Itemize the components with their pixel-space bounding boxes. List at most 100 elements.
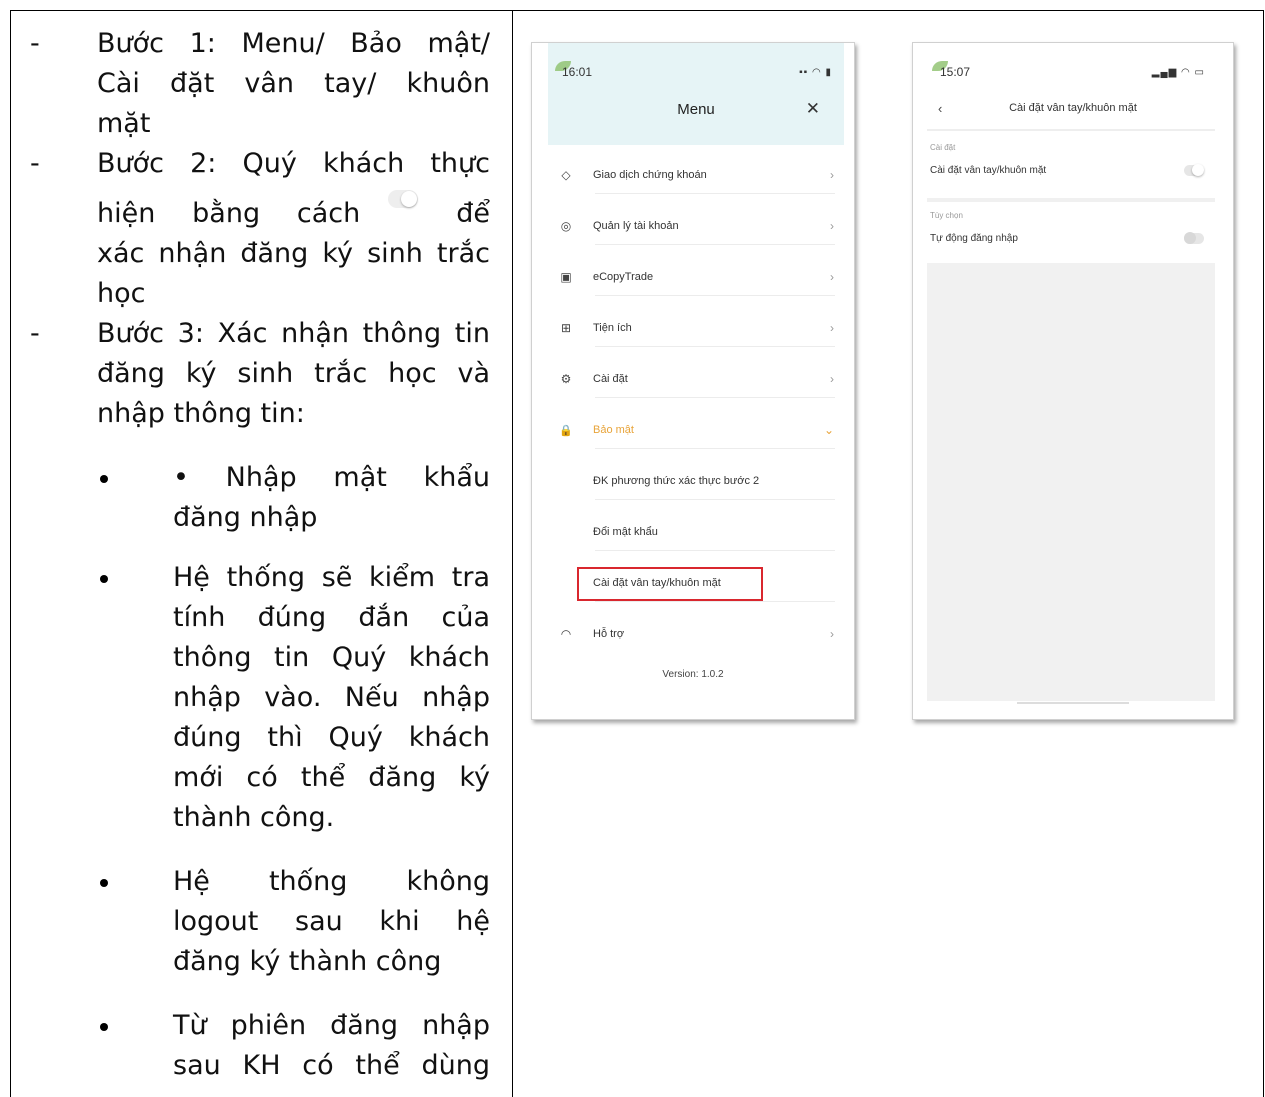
step-1: - Bước 1: Menu/ Bảo mật/ Cài đặt vân tay… <box>30 24 490 144</box>
step-1-line-2: Cài đặt vân tay/ khuôn <box>97 68 490 99</box>
highlight-box <box>577 567 763 601</box>
bullet-2-line-6: mới có thể đăng ký <box>173 762 490 793</box>
step-2: - Bước 2: Quý khách thực hiện bằng cách đ… <box>30 144 490 314</box>
step-dash: - <box>30 318 40 349</box>
step-3-line-1: Bước 3: Xác nhận thông tin <box>97 318 490 349</box>
divider <box>595 499 835 500</box>
bullet-dot-icon <box>100 879 108 887</box>
section-label-settings: Cài đặt <box>930 143 956 152</box>
step-dash: - <box>30 148 40 179</box>
toggle-switch[interactable] <box>1184 164 1204 176</box>
step-2-text-pre: hiện bằng cách <box>97 198 361 229</box>
chevron-right-icon: › <box>830 321 834 335</box>
bullet-2-line-4: nhập vào. Nếu nhập <box>173 682 490 713</box>
row-label: Tự động đăng nhập <box>930 233 1018 244</box>
section-label-options: Tùy chọn <box>930 211 963 220</box>
row-label: Cài đặt vân tay/khuôn mặt <box>930 165 1047 176</box>
table-border-top <box>10 10 1264 11</box>
bullet-2-line-1: Hệ thống sẽ kiểm tra <box>173 562 490 593</box>
menu-item-utilities[interactable]: ⊞ Tiện ích › <box>556 313 836 343</box>
menu-item-ecopytrade[interactable]: ▣ eCopyTrade › <box>556 262 836 292</box>
bullet-dot-icon <box>100 475 108 483</box>
table-border-left <box>10 10 11 1097</box>
menu-item-account-management[interactable]: ◎ Quản lý tài khoản › <box>556 211 836 241</box>
menu-item-label: Hỗ trợ <box>593 628 625 640</box>
app-version: Version: 1.0.2 <box>662 669 724 680</box>
divider <box>595 601 835 602</box>
menu-item-label: Quản lý tài khoản <box>593 220 679 232</box>
bullet-dot-icon <box>100 575 108 583</box>
bullet-2-line-3: thông tin Quý khách <box>173 642 490 673</box>
divider <box>595 550 835 551</box>
divider <box>927 198 1215 202</box>
divider <box>595 346 835 347</box>
toggle-switch-icon <box>388 190 419 208</box>
menu-screenshot: 16:01 ▪▪ ◠ ▮ Menu ✕ ◇ Giao dịch chứng kh… <box>531 42 855 720</box>
biometric-toggle-row[interactable]: Cài đặt vân tay/khuôn mặt <box>930 164 1204 176</box>
empty-content-area <box>927 263 1215 701</box>
menu-item-label: Giao dịch chứng khoán <box>593 169 707 181</box>
bullet-3-line-3: đăng ký thành công <box>173 946 442 977</box>
table-border-middle <box>512 10 513 1097</box>
step-1-line-3: mặt <box>97 108 151 139</box>
bullet-1-line-2: đăng nhập <box>173 502 318 533</box>
home-indicator <box>1017 702 1129 704</box>
toggle-switch[interactable] <box>1184 232 1204 244</box>
chevron-right-icon: › <box>830 627 834 641</box>
table-border-right <box>1263 10 1264 1097</box>
gear-icon: ⚙ <box>560 372 572 386</box>
sub-item-change-password[interactable]: Đổi mật khẩu <box>593 517 833 547</box>
bullet-2: Hệ thống sẽ kiểm tra tính đúng đắn của t… <box>30 558 490 838</box>
chevron-right-icon: › <box>830 270 834 284</box>
document-icon: ▣ <box>560 270 572 284</box>
headset-icon: ◠ <box>560 627 572 641</box>
step-2-line-1: Bước 2: Quý khách thực <box>97 148 490 179</box>
instructions-column: - Bước 1: Menu/ Bảo mật/ Cài đặt vân tay… <box>30 24 490 1086</box>
biometric-settings-screenshot: 15:07 ▂▄▆ ◠ ▭ ‹ Cài đặt vân tay/khuôn mặ… <box>912 42 1234 720</box>
divider <box>595 193 835 194</box>
step-3-line-2: đăng ký sinh trắc học và <box>97 358 490 389</box>
divider <box>595 448 835 449</box>
bullet-4: Từ phiên đăng nhập sau KH có thể dùng <box>30 1006 490 1086</box>
status-time: 16:01 <box>562 65 593 79</box>
menu-item-settings[interactable]: ⚙ Cài đặt › <box>556 364 836 394</box>
bullet-4-line-2: sau KH có thể dùng <box>173 1050 490 1081</box>
chevron-right-icon: › <box>830 219 834 233</box>
grid-icon: ⊞ <box>560 321 572 335</box>
sub-item-label: Đổi mật khẩu <box>593 526 658 538</box>
step-2-line-3: xác nhận đăng ký sinh trắc <box>97 238 490 269</box>
sub-item-2fa-registration[interactable]: ĐK phương thức xác thực bước 2 <box>593 466 833 496</box>
divider <box>927 129 1215 131</box>
step-2-line-4: học <box>97 278 146 309</box>
bullet-1-line-1: • Nhập mật khẩu <box>173 462 490 493</box>
bullet-3-line-1: Hệ thống không <box>173 866 490 897</box>
step-3: - Bước 3: Xác nhận thông tin đăng ký sin… <box>30 314 490 434</box>
bullet-dot-icon <box>100 1023 108 1031</box>
menu-item-support[interactable]: ◠ Hỗ trợ › <box>556 619 836 649</box>
bullet-2-line-2: tính đúng đắn của <box>173 602 490 633</box>
chevron-right-icon: › <box>830 372 834 386</box>
menu-title: Menu <box>677 101 715 118</box>
menu-item-security[interactable]: 🔒 Bảo mật ⌄ <box>556 415 836 445</box>
user-circle-icon: ◎ <box>560 219 572 233</box>
divider <box>595 244 835 245</box>
step-3-line-3: nhập thông tin: <box>97 398 305 429</box>
bullet-1: • Nhập mật khẩu đăng nhập <box>30 458 490 538</box>
close-icon[interactable]: ✕ <box>806 99 820 119</box>
tag-icon: ◇ <box>561 168 571 182</box>
menu-item-label: eCopyTrade <box>593 271 654 283</box>
menu-header: 16:01 ▪▪ ◠ ▮ Menu ✕ <box>548 43 844 145</box>
status-bar-icons: ▂▄▆ ◠ ▭ <box>1151 67 1205 78</box>
menu-item-securities-trading[interactable]: ◇ Giao dịch chứng khoán › <box>556 160 836 190</box>
step-1-line-1: Bước 1: Menu/ Bảo mật/ <box>97 28 490 59</box>
step-dash: - <box>30 28 40 59</box>
divider <box>595 397 835 398</box>
status-bar-icons: ▪▪ ◠ ▮ <box>799 67 832 78</box>
lock-icon: 🔒 <box>559 424 573 437</box>
chevron-right-icon: › <box>830 168 834 182</box>
bullet-2-line-5: đúng thì Quý khách <box>173 722 490 753</box>
menu-item-label: Tiện ích <box>593 322 632 334</box>
step-2-text-post: để <box>456 198 490 229</box>
bullet-3-line-2: logout sau khi hệ <box>173 906 490 937</box>
auto-login-toggle-row[interactable]: Tự động đăng nhập <box>930 232 1204 244</box>
